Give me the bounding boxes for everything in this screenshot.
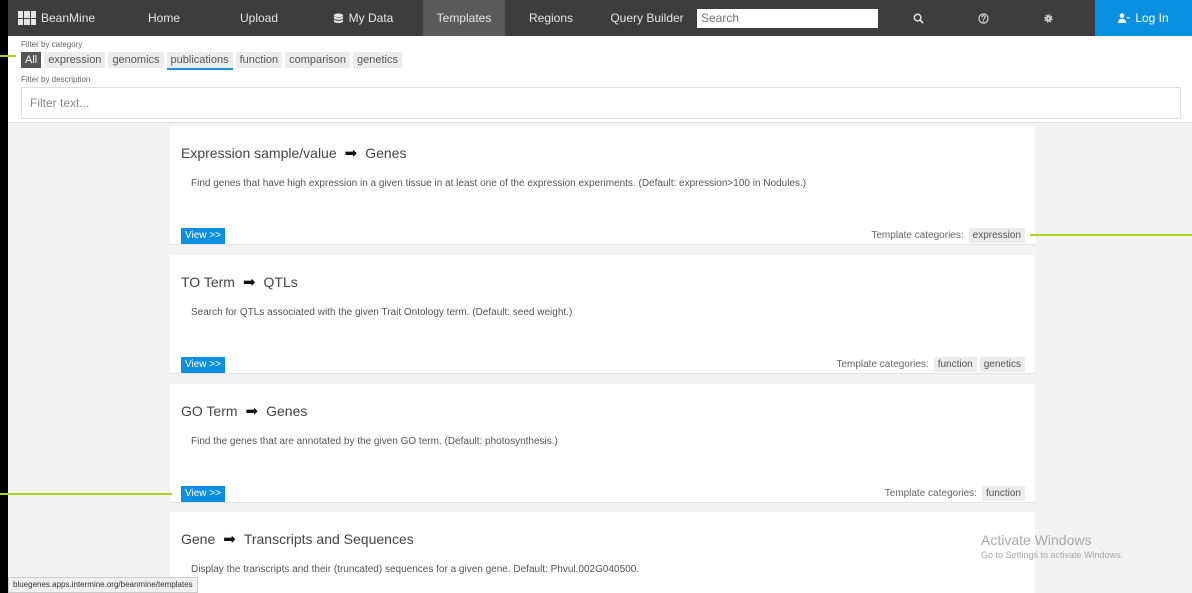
nav-home-label: Home [147, 11, 180, 25]
nav-regions-label: Regions [528, 11, 574, 25]
template-description: Display the transcripts and their (trunc… [191, 564, 640, 575]
template-categories-label: Template categories: [836, 359, 929, 370]
database-icon [333, 12, 343, 23]
nav-query-builder-label: Query Builder [610, 11, 684, 25]
category-comparison[interactable]: comparison [285, 52, 350, 68]
gear-icon [1044, 13, 1053, 23]
search-button[interactable] [886, 0, 951, 36]
login-label: Log In [1135, 11, 1169, 25]
category-genetics[interactable]: genetics [353, 52, 402, 68]
template-from: Expression sample/value [181, 145, 337, 161]
annotation-line [0, 55, 16, 57]
search-icon [913, 13, 924, 24]
template-card: Gene ➡ Transcripts and Sequences Display… [170, 512, 1035, 593]
arrow-right-icon: ➡ [223, 531, 236, 548]
nav-upload-label: Upload [239, 11, 279, 25]
nav-templates-label: Templates [436, 11, 492, 25]
template-title[interactable]: Gene ➡ Transcripts and Sequences [181, 530, 414, 548]
template-to: QTLs [263, 274, 298, 290]
category-publications[interactable]: publications [166, 52, 233, 70]
category-filter-list: All expression genomics publications fun… [21, 52, 402, 70]
template-categories: Template categories: function genetics [836, 357, 1025, 372]
top-navbar: BeanMine Home Upload My Data Templates R… [8, 0, 1192, 36]
template-card: Expression sample/value ➡ Genes Find gen… [170, 126, 1035, 245]
nav-my-data[interactable]: My Data [303, 0, 423, 36]
category-tag[interactable]: function [981, 486, 1025, 501]
brand-name: BeanMine [41, 11, 96, 25]
category-genomics[interactable]: genomics [108, 52, 164, 68]
nav-query-builder[interactable]: Query Builder [597, 0, 697, 36]
category-expression[interactable]: expression [44, 52, 106, 68]
template-to: Genes [365, 145, 407, 161]
nav-home[interactable]: Home [113, 0, 215, 36]
help-button[interactable] [951, 0, 1016, 36]
brand[interactable]: BeanMine [8, 11, 113, 25]
template-categories: Template categories: expression [871, 228, 1025, 243]
watermark-title: Activate Windows [981, 532, 1092, 548]
template-from: TO Term [181, 274, 235, 290]
beanmine-logo-icon [18, 11, 36, 25]
view-button[interactable]: View >> [181, 486, 225, 502]
template-card: GO Term ➡ Genes Find the genes that are … [170, 384, 1035, 503]
template-categories-label: Template categories: [884, 488, 977, 499]
arrow-right-icon: ➡ [344, 145, 358, 162]
login-button[interactable]: Log In [1095, 0, 1192, 36]
search-box [697, 0, 878, 36]
template-to: Genes [266, 403, 308, 419]
template-from: Gene [181, 531, 216, 547]
status-url: bluegenes.apps.intermine.org/beanmine/te… [8, 577, 198, 593]
template-categories: Template categories: function [885, 486, 1025, 501]
filter-panel: Filter by category All expression genomi… [8, 36, 1192, 123]
nav-upload[interactable]: Upload [215, 0, 303, 36]
category-filter-label: Filter by category [21, 40, 83, 49]
description-filter-label: Filter by description [21, 75, 91, 84]
annotation-line [1030, 234, 1192, 236]
template-title[interactable]: Expression sample/value ➡ Genes [181, 144, 406, 162]
template-description: Find the genes that are annotated by the… [191, 436, 558, 447]
template-categories-label: Template categories: [871, 230, 964, 241]
category-tag[interactable]: genetics [979, 357, 1025, 372]
help-icon [978, 12, 989, 24]
category-all[interactable]: All [21, 52, 42, 68]
annotation-line [0, 493, 172, 495]
category-tag[interactable]: function [933, 357, 977, 372]
template-description: Find genes that have high expression in … [191, 178, 807, 189]
template-from: GO Term [181, 403, 238, 419]
view-button[interactable]: View >> [181, 357, 225, 373]
nav-templates[interactable]: Templates [423, 0, 505, 36]
template-description: Search for QTLs associated with the give… [191, 307, 573, 318]
template-card: TO Term ➡ QTLs Search for QTLs associate… [170, 255, 1035, 374]
template-title[interactable]: TO Term ➡ QTLs [181, 273, 298, 291]
template-title[interactable]: GO Term ➡ Genes [181, 402, 307, 420]
template-to: Transcripts and Sequences [243, 531, 414, 547]
nav-my-data-label: My Data [348, 11, 394, 25]
arrow-right-icon: ➡ [242, 274, 256, 291]
arrow-right-icon: ➡ [245, 403, 259, 420]
search-input[interactable] [697, 8, 878, 28]
category-tag[interactable]: expression [968, 228, 1025, 243]
filter-text-input[interactable] [21, 87, 1181, 119]
settings-button[interactable] [1016, 0, 1081, 36]
category-function[interactable]: function [235, 52, 283, 68]
app-window: BeanMine Home Upload My Data Templates R… [8, 0, 1192, 593]
windows-activation-watermark: Activate Windows Go to Settings to activ… [981, 532, 1123, 560]
watermark-subtitle: Go to Settings to activate Windows. [981, 550, 1124, 560]
nav-regions[interactable]: Regions [505, 0, 597, 36]
user-icon [1118, 13, 1131, 23]
view-button[interactable]: View >> [181, 228, 225, 244]
